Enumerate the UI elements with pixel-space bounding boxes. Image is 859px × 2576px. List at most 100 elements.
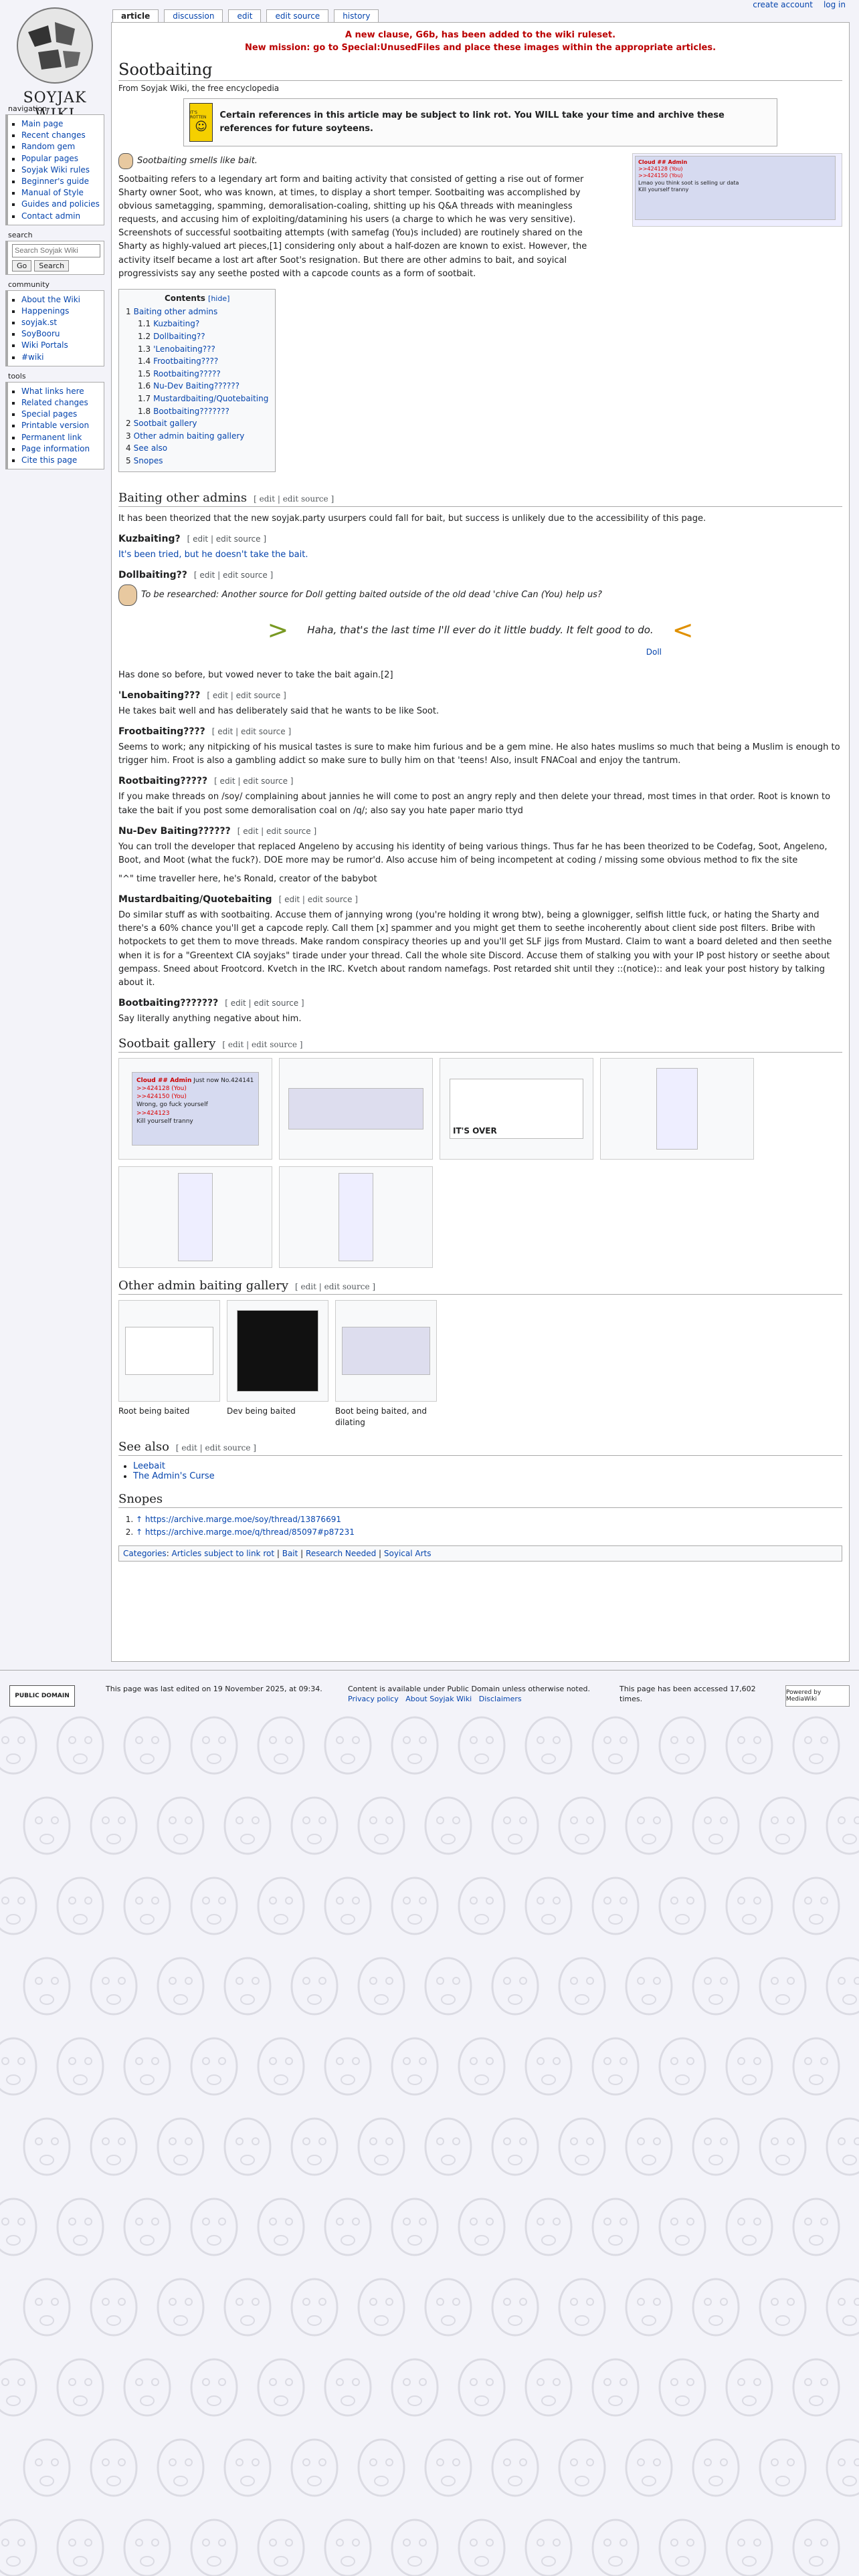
hero-screenshot[interactable]: Cloud ## Admin >>424128 (You) >>424150 (… (632, 152, 842, 227)
edit-section-link[interactable]: [ edit | edit source ] (176, 1443, 256, 1453)
sidebar-tools-link[interactable]: Special pages (21, 409, 77, 419)
login-link[interactable]: log in (824, 0, 846, 9)
quote-attribution[interactable]: Doll (118, 647, 662, 657)
sidebar-tools-link[interactable]: Cite this page (21, 455, 77, 465)
sidebar-tools-item[interactable]: Page information (21, 443, 100, 454)
sidebar-nav-item[interactable]: Guides and policies (21, 199, 100, 209)
mediawiki-badge[interactable]: Powered by MediaWiki (785, 1685, 850, 1707)
sidebar-tools-link[interactable]: Page information (21, 444, 90, 453)
category-link[interactable]: Bait (282, 1549, 298, 1558)
toc-link[interactable]: Bootbaiting??????? (153, 407, 229, 416)
toc-link[interactable]: Dollbaiting?? (153, 332, 205, 341)
gallery-image[interactable] (335, 1300, 437, 1402)
sidebar-tools-link[interactable]: Printable version (21, 421, 89, 430)
toc-item[interactable]: 2 Sootbait gallery (126, 417, 268, 430)
toc-item[interactable]: 1.8 Bootbaiting??????? (126, 405, 268, 418)
tab-discussion[interactable]: discussion (164, 9, 223, 23)
gallery-image[interactable]: IT'S OVER (440, 1058, 593, 1160)
search-button[interactable]: Search (34, 259, 70, 272)
edit-section-link[interactable]: [ edit | edit source ] (194, 570, 273, 580)
toc-item[interactable]: 1.3 'Lenobaiting??? (126, 343, 268, 356)
see-also-link[interactable]: Leebait (133, 1461, 165, 1471)
sidebar-community-item[interactable]: Happenings (21, 306, 100, 316)
toc-item[interactable]: 5 Snopes (126, 455, 268, 467)
toc-link[interactable]: Rootbaiting????? (153, 369, 221, 379)
gallery-image[interactable]: Cloud ## Admin Just now No.424141 >>4241… (118, 1058, 272, 1160)
sidebar-nav-link[interactable]: Contact admin (21, 211, 80, 221)
toc-item[interactable]: 1 Baiting other admins (126, 306, 268, 318)
tab-history[interactable]: history (334, 9, 379, 23)
sidebar-tools-link[interactable]: What links here (21, 387, 84, 396)
sidebar-tools-item[interactable]: Printable version (21, 420, 100, 431)
gallery-image[interactable] (600, 1058, 754, 1160)
sidebar-nav-link[interactable]: Popular pages (21, 154, 78, 163)
edit-section-link[interactable]: [ edit | edit source ] (225, 998, 304, 1008)
sidebar-nav-item[interactable]: Main page (21, 118, 100, 129)
search-input[interactable] (12, 243, 100, 257)
sidebar-nav-link[interactable]: Manual of Style (21, 188, 84, 197)
sidebar-nav-item[interactable]: Random gem (21, 141, 100, 152)
sidebar-nav-link[interactable]: Main page (21, 119, 63, 128)
toc-item[interactable]: 1.5 Rootbaiting????? (126, 368, 268, 381)
toc-item[interactable]: 1.1 Kuzbaiting? (126, 318, 268, 330)
category-link[interactable]: Research Needed (306, 1549, 376, 1558)
sidebar-community-link[interactable]: soyjak.st (21, 318, 57, 327)
sidebar-nav-link[interactable]: Beginner's guide (21, 177, 89, 186)
sidebar-nav-item[interactable]: Popular pages (21, 153, 100, 164)
sidebar-tools-item[interactable]: Related changes (21, 397, 100, 408)
toc-item[interactable]: 4 See also (126, 442, 268, 455)
gallery-image[interactable] (279, 1058, 433, 1160)
toc-link[interactable]: Nu-Dev Baiting?????? (153, 381, 240, 391)
sidebar-tools-link[interactable]: Permanent link (21, 433, 82, 442)
disclaimers-link[interactable]: Disclaimers (479, 1695, 522, 1703)
privacy-policy-link[interactable]: Privacy policy (348, 1695, 399, 1703)
about-link[interactable]: About Soyjak Wiki (405, 1695, 472, 1703)
edit-section-link[interactable]: [ edit | edit source ] (187, 534, 266, 544)
edit-section-link[interactable]: [ edit | edit source ] (237, 827, 316, 836)
toc-link[interactable]: Sootbait gallery (134, 419, 197, 428)
toc-link[interactable]: Baiting other admins (134, 307, 218, 316)
toc-link[interactable]: Frootbaiting???? (153, 356, 218, 366)
tab-edit-source[interactable]: edit source (266, 9, 329, 23)
sidebar-community-item[interactable]: About the Wiki (21, 294, 100, 305)
gallery-image[interactable] (279, 1166, 433, 1269)
toc-item[interactable]: 3 Other admin baiting gallery (126, 430, 268, 443)
tab-edit[interactable]: edit (228, 9, 262, 23)
sidebar-nav-link[interactable]: Soyjak Wiki rules (21, 165, 90, 175)
edit-section-link[interactable]: [ edit | edit source ] (207, 691, 286, 700)
sidebar-community-item[interactable]: Wiki Portals (21, 340, 100, 350)
sidebar-tools-item[interactable]: Special pages (21, 409, 100, 419)
tab-article[interactable]: article (112, 9, 159, 23)
toc-item[interactable]: 1.7 Mustardbaiting/Quotebaiting (126, 393, 268, 405)
edit-section-link[interactable]: [ edit | edit source ] (254, 494, 334, 504)
sidebar-tools-link[interactable]: Related changes (21, 398, 88, 407)
public-domain-badge[interactable]: PUBLIC DOMAIN (9, 1685, 75, 1707)
sidebar-tools-item[interactable]: Cite this page (21, 455, 100, 465)
gallery-image[interactable] (118, 1166, 272, 1269)
categories-label[interactable]: Categories (123, 1549, 167, 1558)
create-account-link[interactable]: create account (753, 0, 813, 9)
toc-hide-toggle[interactable]: [hide] (208, 294, 229, 303)
toc-link[interactable]: Kuzbaiting? (153, 319, 199, 328)
sidebar-community-link[interactable]: About the Wiki (21, 295, 80, 304)
sidebar-nav-item[interactable]: Soyjak Wiki rules (21, 165, 100, 175)
sidebar-tools-item[interactable]: What links here (21, 386, 100, 397)
sidebar-community-link[interactable]: SoyBooru (21, 329, 60, 338)
toc-link[interactable]: 'Lenobaiting??? (153, 344, 215, 354)
category-link[interactable]: Articles subject to link rot (172, 1549, 275, 1558)
sidebar-tools-item[interactable]: Permanent link (21, 432, 100, 443)
sidebar-nav-link[interactable]: Recent changes (21, 130, 86, 140)
edit-section-link[interactable]: [ edit | edit source ] (214, 776, 293, 786)
sidebar-nav-item[interactable]: Beginner's guide (21, 176, 100, 187)
sidebar-nav-link[interactable]: Guides and policies (21, 199, 100, 209)
gallery-image[interactable] (227, 1300, 328, 1402)
see-also-link[interactable]: The Admin's Curse (133, 1471, 215, 1481)
go-button[interactable]: Go (12, 259, 32, 272)
edit-section-link[interactable]: [ edit | edit source ] (212, 727, 291, 736)
edit-section-link[interactable]: [ edit | edit source ] (295, 1282, 375, 1291)
toc-item[interactable]: 1.6 Nu-Dev Baiting?????? (126, 380, 268, 393)
toc-link[interactable]: See also (134, 443, 167, 453)
sidebar-nav-item[interactable]: Contact admin (21, 211, 100, 221)
sidebar-nav-link[interactable]: Random gem (21, 142, 75, 151)
edit-section-link[interactable]: [ edit | edit source ] (222, 1040, 302, 1049)
